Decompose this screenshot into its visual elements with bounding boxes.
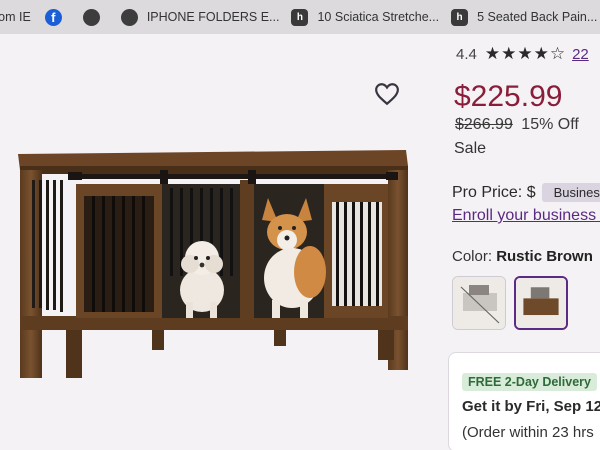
free-delivery-badge: FREE 2-Day Delivery: [462, 373, 597, 391]
rating-summary[interactable]: 4.4 ★★★★☆ 22: [456, 44, 589, 64]
bookmarks-bar: rom IE f IPHONE FOLDERS E... h 10 Sciati…: [0, 0, 600, 34]
bookmark-label: rom IE: [0, 10, 31, 24]
color-selector-label: Color: Rustic Brown: [452, 248, 593, 265]
star-rating-icon: ★★★★☆: [484, 44, 567, 63]
discount-label: 15% Off: [521, 116, 579, 133]
favorite-heart-icon[interactable]: [374, 82, 400, 106]
swatch-white-gray[interactable]: [452, 276, 506, 330]
enroll-business-link[interactable]: Enroll your business f: [452, 207, 600, 225]
bookmark-label: 10 Sciatica Stretche...: [317, 10, 440, 24]
pro-price-label: Pro Price: $: [452, 183, 536, 201]
delivery-date: Get it by Fri, Sep 12: [462, 398, 600, 415]
bookmark-label: 5 Seated Back Pain...: [477, 10, 598, 24]
business-badge: Business: [541, 183, 600, 202]
color-label: Color:: [452, 248, 493, 265]
color-value: Rustic Brown: [496, 248, 593, 265]
h-site-icon: h: [451, 8, 469, 26]
sale-price: $225.99: [454, 80, 563, 113]
was-price: $266.99: [455, 116, 513, 133]
swatch-rustic-brown[interactable]: [514, 276, 568, 330]
product-image[interactable]: [10, 140, 410, 410]
rating-value: 4.4: [456, 45, 477, 63]
bookmark-sciatica[interactable]: h 10 Sciatica Stretche...: [291, 8, 440, 26]
bookmark-facebook[interactable]: f: [44, 8, 71, 26]
bookmark-iphone-folders[interactable]: IPHONE FOLDERS E...: [120, 8, 280, 26]
swatch-thumbnail: [453, 277, 505, 329]
bookmark-globe[interactable]: [82, 8, 109, 26]
bookmark-back-pain[interactable]: h 5 Seated Back Pain...: [451, 8, 600, 26]
globe-icon: [82, 8, 100, 26]
pro-price-row: Pro Price: $ Business: [452, 183, 600, 202]
h-site-icon: h: [291, 8, 309, 26]
sale-label: Sale: [454, 140, 487, 157]
review-count-link[interactable]: 22: [572, 46, 589, 63]
was-price-row: $266.99 15% Off: [455, 116, 579, 134]
order-cutoff: (Order within 23 hrs: [462, 424, 594, 441]
bookmark-rom-ie[interactable]: rom IE: [0, 10, 31, 24]
swatch-thumbnail: [516, 278, 566, 328]
bookmark-label: IPHONE FOLDERS E...: [146, 10, 280, 24]
facebook-icon: f: [44, 8, 62, 26]
globe-icon: [120, 8, 138, 26]
